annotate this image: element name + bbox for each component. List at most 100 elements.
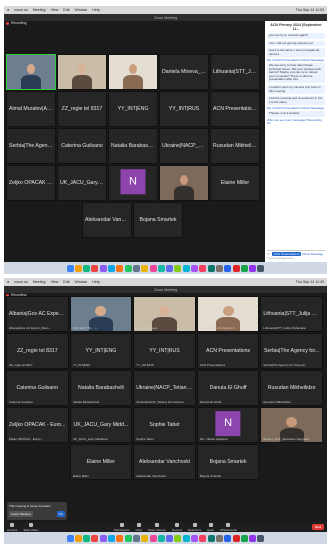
participant-tile[interactable]: Albania|Gov AC Expert... Albania|Gov AC E… (6, 296, 69, 332)
participant-tile[interactable]: YY_INT|ENG (108, 91, 158, 127)
menu-zoom[interactable]: zoom.us (14, 280, 28, 284)
participant-tile[interactable]: Natalia Barabashvili (108, 128, 158, 164)
chat-visibility-note[interactable]: Who can see your messages? Recording On (267, 118, 325, 126)
participant-tile[interactable]: Lithuania|STT_Julija ... (210, 54, 260, 90)
dock-app-icon[interactable] (132, 534, 140, 542)
dock-app-icon[interactable] (191, 534, 199, 542)
end-button[interactable]: End (312, 524, 324, 530)
menu-meeting[interactable]: Meeting (33, 280, 46, 284)
apple-icon[interactable]: ● (7, 8, 9, 12)
dock-app-icon[interactable] (74, 264, 82, 272)
dock-app-icon[interactable] (83, 264, 91, 272)
participant-tile[interactable]: Serbia|The Agency f... (6, 128, 56, 164)
dock-app-icon[interactable] (232, 264, 240, 272)
menu-window[interactable]: Window (75, 280, 88, 284)
participant-tile[interactable]: Daniela Mineva (133, 296, 196, 332)
menu-edit[interactable]: Edit (63, 8, 69, 12)
dock-app-icon[interactable] (182, 534, 190, 542)
participant-tile[interactable]: Danuta El Ghuff Danuta El Ghuff (196, 370, 260, 406)
participant-tile[interactable]: Ukraine|NACP_Tetiana... Ukraine|NACP_Teti… (133, 370, 196, 406)
dock-app-icon[interactable] (191, 264, 199, 272)
participant-tile[interactable]: Natalia Barabashvili Natalia Barabashvili (69, 370, 133, 406)
participant-tile[interactable]: Bojana Smartek (133, 202, 183, 238)
chat-input[interactable]: To: ACN Presentations Direct Message Typ… (267, 250, 325, 260)
dock-app-icon[interactable] (124, 534, 132, 542)
toolbar-button-reactions[interactable]: Reactions (188, 522, 201, 532)
participant-tile[interactable]: UK_JACU_Gary Midd... (57, 165, 107, 201)
participant-tile[interactable]: UK_JACU_Gary Midd... UK_JACU_Gary Middlet… (69, 407, 133, 443)
dock-app-icon[interactable] (149, 534, 157, 542)
dock-app-icon[interactable] (149, 264, 157, 272)
dock-app-icon[interactable] (124, 264, 132, 272)
dock-app-icon[interactable] (99, 534, 107, 542)
dock-app-icon[interactable] (199, 264, 207, 272)
dock-app-icon[interactable] (257, 534, 265, 542)
participant-tile[interactable]: Elaine Miller (210, 165, 260, 201)
dock-app-icon[interactable] (108, 534, 116, 542)
apple-icon[interactable]: ● (7, 280, 9, 284)
participant-tile[interactable]: Željko OPAČAK - Euro... Željko OPAČAK - E… (6, 407, 69, 443)
menu-view[interactable]: View (51, 280, 59, 284)
dock-app-icon[interactable] (207, 264, 215, 272)
participant-tile[interactable]: N (108, 165, 158, 201)
menu-meeting[interactable]: Meeting (33, 8, 46, 12)
participant-tile[interactable]: Serbia|The Agency for... Serbia|The Agenc… (260, 333, 323, 369)
dock-app-icon[interactable] (141, 264, 149, 272)
participant-tile[interactable]: YY_INT|RUS (159, 91, 209, 127)
menu-window[interactable]: Window (75, 8, 88, 12)
menu-help[interactable]: Help (92, 8, 99, 12)
toolbar-button-participants[interactable]: Participants (114, 522, 129, 532)
participant-tile[interactable]: Elaine Miller Elaine Miller (69, 444, 133, 480)
dock-app-icon[interactable] (224, 264, 232, 272)
participant-tile[interactable]: Sophie Tabet Sophie Tabet (133, 407, 196, 443)
toolbar-button-share-screen[interactable]: Share Screen (148, 522, 166, 532)
unmute-button[interactable]: Unmute (7, 522, 18, 532)
participant-tile[interactable]: Ukraine|NACP_Tetia... (159, 128, 209, 164)
dock-app-icon[interactable] (215, 534, 223, 542)
dock-app-icon[interactable] (240, 534, 248, 542)
participant-tile[interactable]: Bojana Smartek Bojana Smartek (196, 444, 260, 480)
participant-tile[interactable]: Bojana_SOZ_Alexander Nergaard (260, 407, 323, 443)
menu-zoom[interactable]: zoom.us (14, 8, 28, 12)
participant-tile[interactable]: Caterina Guilsano (57, 128, 107, 164)
dock-app-icon[interactable] (141, 534, 149, 542)
dock-app-icon[interactable] (166, 534, 174, 542)
dock-app-icon[interactable] (174, 264, 182, 272)
participant-tile[interactable]: ACN Presentations ACN Presentations (196, 333, 260, 369)
participant-tile[interactable] (57, 54, 107, 90)
participant-tile[interactable]: Lithuania|STT_Julija O... Lithuania|STT_J… (260, 296, 323, 332)
dock-app-icon[interactable] (257, 264, 265, 272)
menu-view[interactable]: View (51, 8, 59, 12)
dock-app-icon[interactable] (157, 534, 165, 542)
dock-app-icon[interactable] (232, 534, 240, 542)
dock-app-icon[interactable] (132, 264, 140, 272)
dock-app-icon[interactable] (182, 264, 190, 272)
participant-tile[interactable]: Aimal Muratov|ACA... (6, 91, 56, 127)
dock-app-icon[interactable] (74, 534, 82, 542)
participant-tile[interactable]: Caterina Guilsano Caterina Guilsano (6, 370, 69, 406)
dock-app-icon[interactable] (224, 534, 232, 542)
participant-tile[interactable]: Daniela Mineva_CSD... (159, 54, 209, 90)
toolbar-button-record[interactable]: Record (172, 522, 182, 532)
toolbar-button-apps[interactable]: Apps (207, 522, 214, 532)
toolbar-button-whiteboards[interactable]: Whiteboards (220, 522, 237, 532)
dock-app-icon[interactable] (215, 264, 223, 272)
participant-tile[interactable]: Aleksandar Vanchoski Aleksandar Vanchoski (133, 444, 196, 480)
dock-app-icon[interactable] (99, 264, 107, 272)
ok-button[interactable]: OK (56, 511, 65, 517)
participant-tile[interactable]: N NA - Nikola Vasiljevic (196, 407, 260, 443)
dock-app-icon[interactable] (66, 264, 74, 272)
participant-tile[interactable]: ZZ_regie tel 8317 (57, 91, 107, 127)
leave-meeting-button[interactable]: Leave Meeting (9, 511, 33, 517)
participant-tile[interactable]: ZZ_regie tel 8317 ZZ_regie tel 8317 (6, 333, 69, 369)
participant-tile[interactable]: ACN staff (TG, ...) (69, 296, 133, 332)
dock-app-icon[interactable] (240, 264, 248, 272)
participant-tile[interactable]: Armenia|Anti-Corruption C... (196, 296, 260, 332)
toolbar-button-chat[interactable]: Chat (135, 522, 142, 532)
participant-tile[interactable]: YY_INT|RUS YY_INT|RUS (133, 333, 196, 369)
dock-app-icon[interactable] (116, 264, 124, 272)
dock-app-icon[interactable] (116, 534, 124, 542)
participant-tile[interactable]: ACN Presentations (210, 91, 260, 127)
dock-app-icon[interactable] (249, 534, 257, 542)
participant-tile[interactable] (108, 54, 158, 90)
